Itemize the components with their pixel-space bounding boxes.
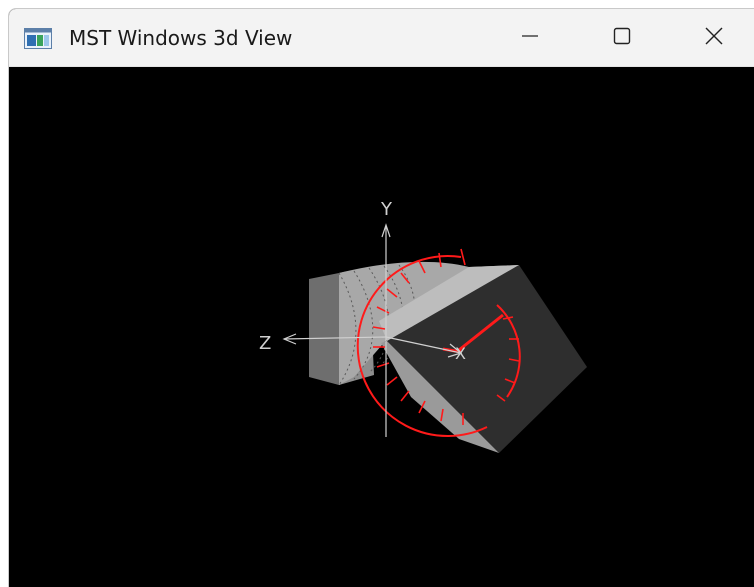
maximize-button[interactable] <box>576 9 668 66</box>
app-window: MST Windows 3d View Y Z X <box>8 8 754 587</box>
close-icon <box>704 26 724 50</box>
maximize-icon <box>612 26 632 50</box>
z-axis-label: Z <box>259 333 271 354</box>
window-title: MST Windows 3d View <box>69 26 293 50</box>
x-axis-label: X <box>455 344 466 363</box>
y-axis-label: Y <box>380 199 393 220</box>
close-button[interactable] <box>668 9 754 66</box>
minimize-button[interactable] <box>484 9 576 66</box>
3d-viewport[interactable]: Y Z X <box>9 67 754 587</box>
3d-scene: Y Z X <box>259 199 587 453</box>
minimize-icon <box>520 26 540 50</box>
title-bar[interactable]: MST Windows 3d View <box>9 9 754 67</box>
